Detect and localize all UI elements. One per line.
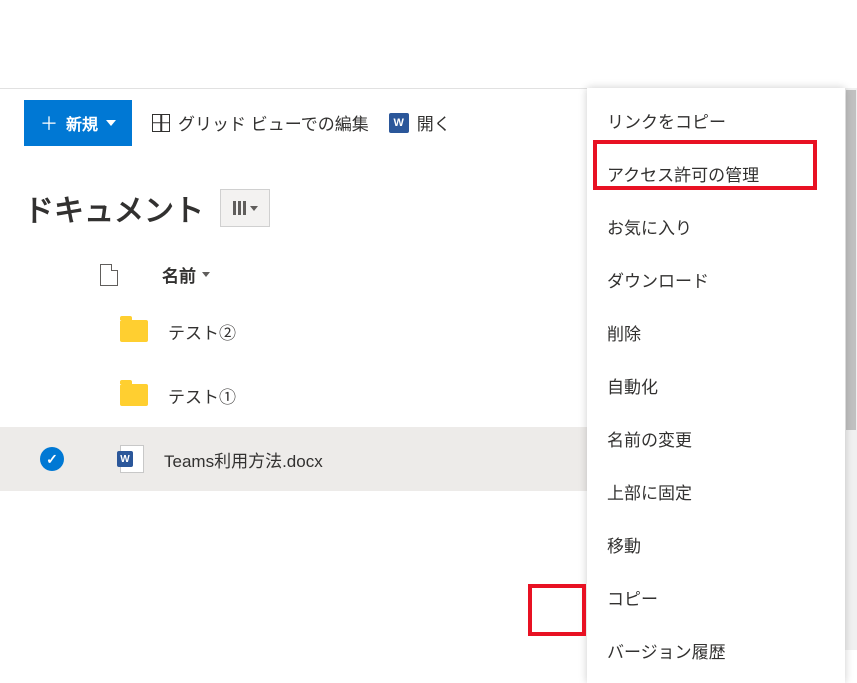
menu-item-move[interactable]: 移動 xyxy=(587,518,845,571)
word-icon: W xyxy=(389,113,409,133)
name-column-label: 名前 xyxy=(162,262,196,287)
folder-icon xyxy=(120,320,148,342)
new-button-label: 新規 xyxy=(66,111,98,135)
grid-icon xyxy=(152,114,170,132)
folder-icon xyxy=(120,384,148,406)
grid-edit-button[interactable]: グリッド ビューでの編集 xyxy=(152,110,369,135)
menu-item-favorite[interactable]: お気に入り xyxy=(587,200,845,253)
menu-item-delete[interactable]: 削除 xyxy=(587,306,845,359)
row-select-circle[interactable] xyxy=(40,319,64,343)
plus-icon: ＋ xyxy=(40,110,58,136)
menu-item-rename[interactable]: 名前の変更 xyxy=(587,412,845,465)
open-button[interactable]: W 開く xyxy=(389,110,451,135)
row-select-circle[interactable] xyxy=(40,383,64,407)
open-label: 開く xyxy=(417,110,451,135)
menu-item-copy-link[interactable]: リンクをコピー xyxy=(587,94,845,147)
name-column-header[interactable]: 名前 xyxy=(162,262,210,287)
menu-item-manage-access[interactable]: アクセス許可の管理 xyxy=(587,147,845,200)
vertical-scrollbar[interactable] xyxy=(845,88,857,650)
scrollbar-thumb[interactable] xyxy=(846,90,856,430)
menu-item-download[interactable]: ダウンロード xyxy=(587,253,845,306)
row-select-circle[interactable] xyxy=(40,447,64,471)
chevron-down-icon xyxy=(250,206,258,211)
context-menu: リンクをコピー アクセス許可の管理 お気に入り ダウンロード 削除 自動化 名前… xyxy=(587,88,845,683)
chevron-down-icon xyxy=(106,120,116,126)
page-title: ドキュメント xyxy=(24,186,204,230)
menu-item-copy[interactable]: コピー xyxy=(587,571,845,624)
menu-item-pin-top[interactable]: 上部に固定 xyxy=(587,465,845,518)
view-toggle-button[interactable] xyxy=(220,189,270,227)
chevron-down-icon xyxy=(202,272,210,277)
menu-item-automate[interactable]: 自動化 xyxy=(587,359,845,412)
word-document-icon xyxy=(120,445,144,473)
menu-item-version-history[interactable]: バージョン履歴 xyxy=(587,624,845,677)
new-button[interactable]: ＋ 新規 xyxy=(24,100,132,146)
grid-edit-label: グリッド ビューでの編集 xyxy=(178,110,369,135)
library-icon xyxy=(233,201,246,215)
file-type-column-icon xyxy=(100,264,118,286)
